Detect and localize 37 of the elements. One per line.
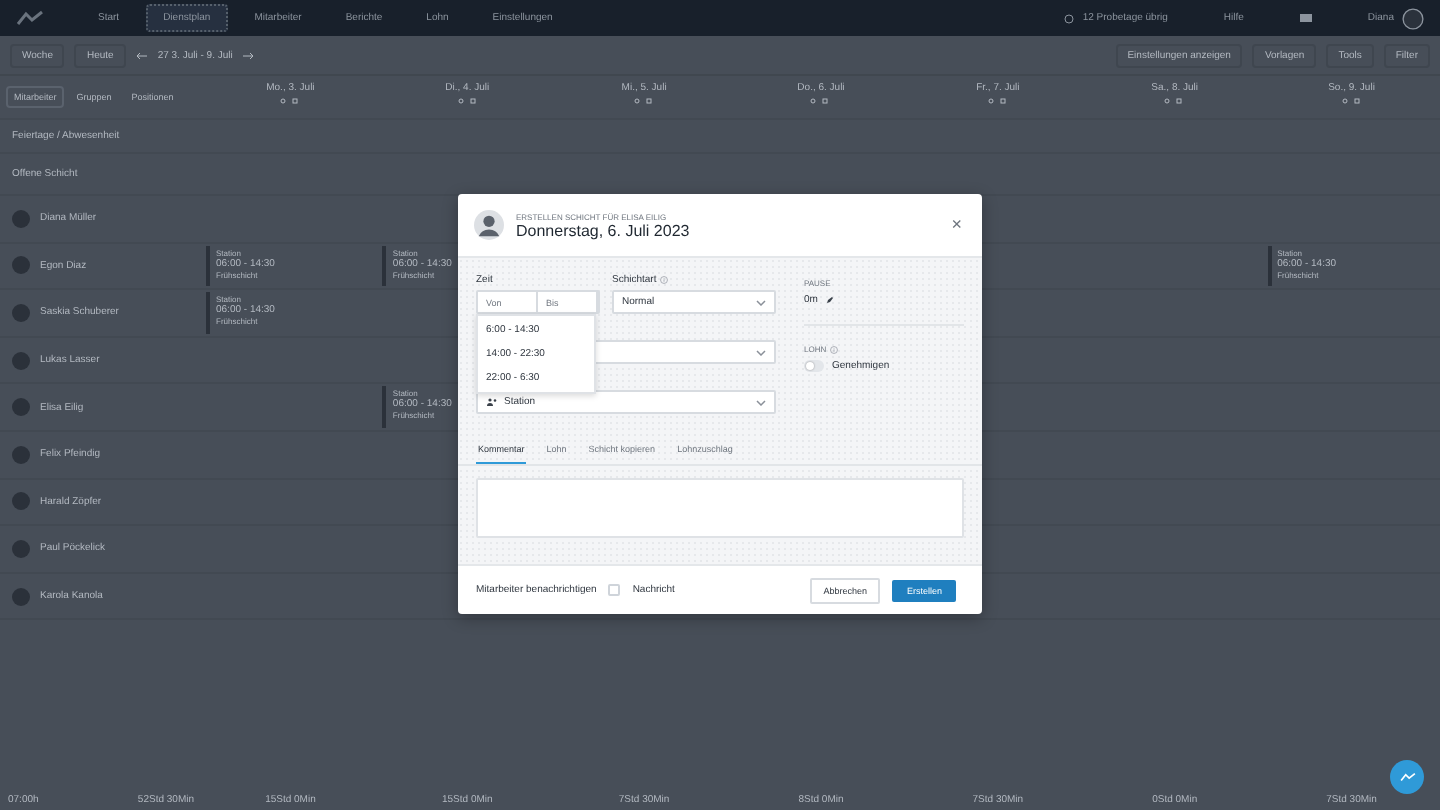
close-button[interactable]: ×	[947, 216, 966, 234]
logo-icon[interactable]	[16, 10, 44, 26]
eye-icon[interactable]	[280, 98, 301, 104]
avatar-icon	[12, 587, 30, 606]
eye-icon[interactable]	[1164, 98, 1185, 104]
eye-icon[interactable]	[457, 98, 478, 104]
comment-field[interactable]	[476, 478, 964, 538]
avatar-icon	[12, 209, 30, 228]
avatar-icon	[12, 445, 30, 464]
eye-icon[interactable]	[810, 98, 831, 104]
eye-icon[interactable]	[634, 98, 655, 104]
eye-icon[interactable]	[1341, 98, 1362, 104]
chevron-down-icon	[756, 349, 766, 355]
logo-icon	[1399, 772, 1415, 782]
chevron-down-icon	[756, 299, 766, 305]
avatar-icon	[12, 539, 30, 558]
arrow-right-icon[interactable]	[242, 51, 255, 59]
avatar-icon	[12, 351, 30, 370]
info-icon	[830, 345, 839, 353]
avatar-icon	[12, 398, 30, 417]
info-icon	[660, 276, 669, 284]
message-checkbox[interactable]	[608, 584, 621, 596]
dialog-title: Donnerstag, 6. Juli 2023	[516, 221, 690, 239]
pencil-icon[interactable]	[825, 296, 834, 304]
approve-toggle[interactable]	[804, 360, 824, 372]
people-icon	[486, 398, 498, 406]
chat-button[interactable]	[1390, 760, 1424, 794]
eye-icon[interactable]	[987, 98, 1008, 104]
avatar-icon	[474, 210, 504, 240]
chevron-down-icon	[756, 399, 766, 405]
clock-icon	[1064, 13, 1075, 23]
avatar-icon	[12, 303, 30, 322]
avatar-icon	[12, 256, 30, 275]
avatar-icon	[12, 492, 30, 511]
avatar-icon[interactable]	[1402, 7, 1424, 29]
mail-icon[interactable]	[1299, 14, 1312, 22]
arrow-left-icon[interactable]	[135, 51, 148, 59]
